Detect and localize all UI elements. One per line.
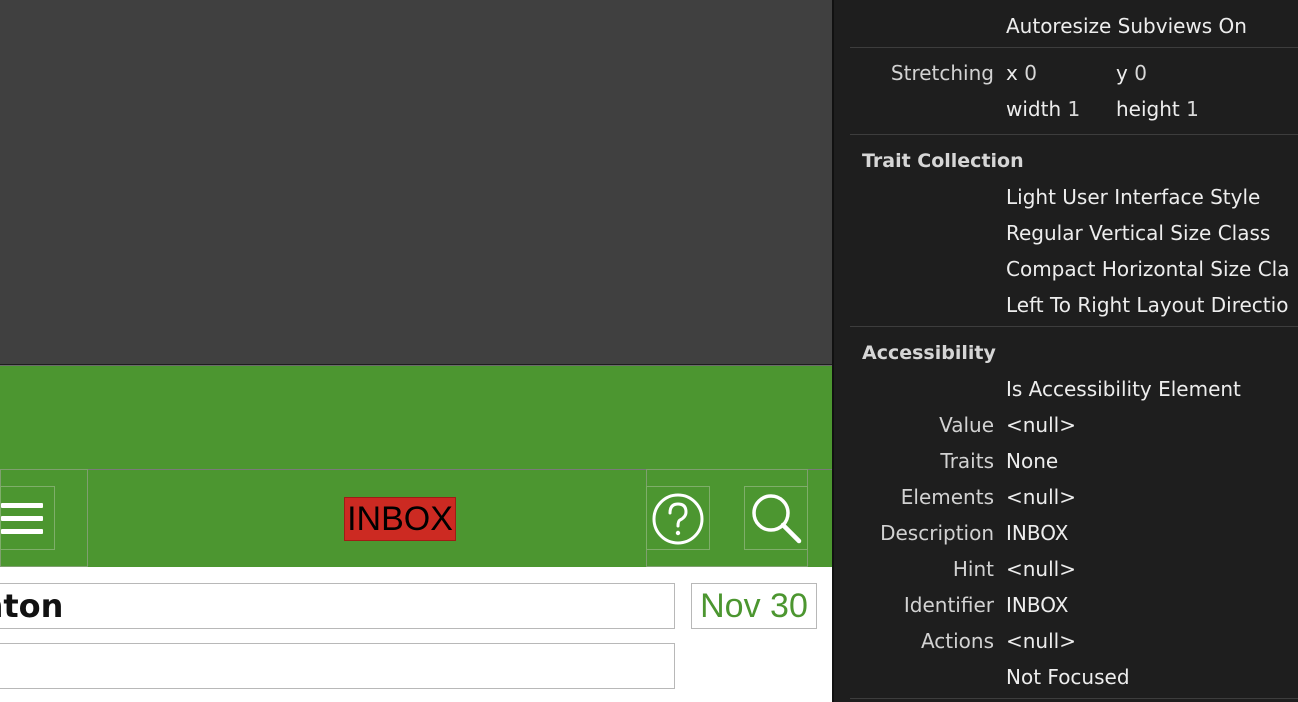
- accessibility-hint-value: <null>: [1006, 557, 1076, 581]
- menu-button[interactable]: [0, 486, 55, 550]
- accessibility-value-label: Value: [939, 413, 994, 437]
- accessibility-identifier-value: INBOX: [1006, 593, 1069, 617]
- stretching-y: y 0: [1116, 61, 1147, 85]
- trait-item: Left To Right Layout Directio: [1006, 293, 1289, 317]
- help-icon: [652, 493, 704, 545]
- trait-item: Light User Interface Style: [1006, 185, 1261, 209]
- separator: [850, 134, 1298, 135]
- stretching-width-value: 1: [1067, 97, 1081, 121]
- accessibility-traits-value: None: [1006, 449, 1059, 473]
- stretching-x-label: x: [1006, 61, 1018, 85]
- accessibility-header: Accessibility: [862, 342, 996, 364]
- separator: [850, 326, 1298, 327]
- accessibility-identifier-label: Identifier: [903, 593, 994, 617]
- search-icon: [752, 494, 802, 544]
- accessibility-elements-label: Elements: [900, 485, 994, 509]
- attributes-inspector: Autoresize Subviews On Stretching x 0 y …: [834, 0, 1298, 702]
- app-preview: INBOX anton Nov 30 A: [0, 0, 832, 702]
- stretching-label: Stretching: [890, 61, 994, 85]
- accessibility-actions-value: <null>: [1006, 629, 1076, 653]
- stretching-x-value: 0: [1024, 61, 1037, 85]
- stretching-height-value: 1: [1186, 97, 1199, 121]
- navbar-title: INBOX: [344, 497, 456, 541]
- trait-item: Compact Horizontal Size Cla: [1006, 257, 1290, 281]
- search-button[interactable]: [744, 486, 808, 550]
- message-sender[interactable]: anton: [0, 583, 675, 629]
- separator: [850, 698, 1298, 699]
- stretching-height-label: height: [1116, 97, 1180, 121]
- empty-canvas: [0, 0, 832, 364]
- trait-collection-header: Trait Collection: [862, 150, 1024, 172]
- accessibility-actions-label: Actions: [920, 629, 994, 653]
- autoresize-subviews-value: Autoresize Subviews On: [1006, 14, 1247, 38]
- help-button[interactable]: [646, 486, 710, 550]
- stretching-y-value: 0: [1134, 61, 1147, 85]
- accessibility-traits-label: Traits: [940, 449, 994, 473]
- stretching-y-label: y: [1116, 61, 1128, 85]
- message-date: Nov 30: [691, 583, 817, 629]
- accessibility-elements-value: <null>: [1006, 485, 1076, 509]
- accessibility-description-label: Description: [880, 521, 994, 545]
- stretching-width: width 1: [1006, 97, 1080, 121]
- stretching-width-label: width: [1006, 97, 1062, 121]
- stretching-height: height 1: [1116, 97, 1199, 121]
- accessibility-value-value: <null>: [1006, 413, 1076, 437]
- stretching-x: x 0: [1006, 61, 1037, 85]
- separator: [850, 47, 1298, 48]
- message-subject[interactable]: A: [0, 643, 675, 689]
- trait-item: Regular Vertical Size Class: [1006, 221, 1271, 245]
- message-sender-text: anton: [0, 587, 64, 625]
- accessibility-hint-label: Hint: [952, 557, 994, 581]
- accessibility-element-flag: Is Accessibility Element: [1006, 377, 1241, 401]
- focus-state: Not Focused: [1006, 665, 1130, 689]
- accessibility-description-value: INBOX: [1006, 521, 1069, 545]
